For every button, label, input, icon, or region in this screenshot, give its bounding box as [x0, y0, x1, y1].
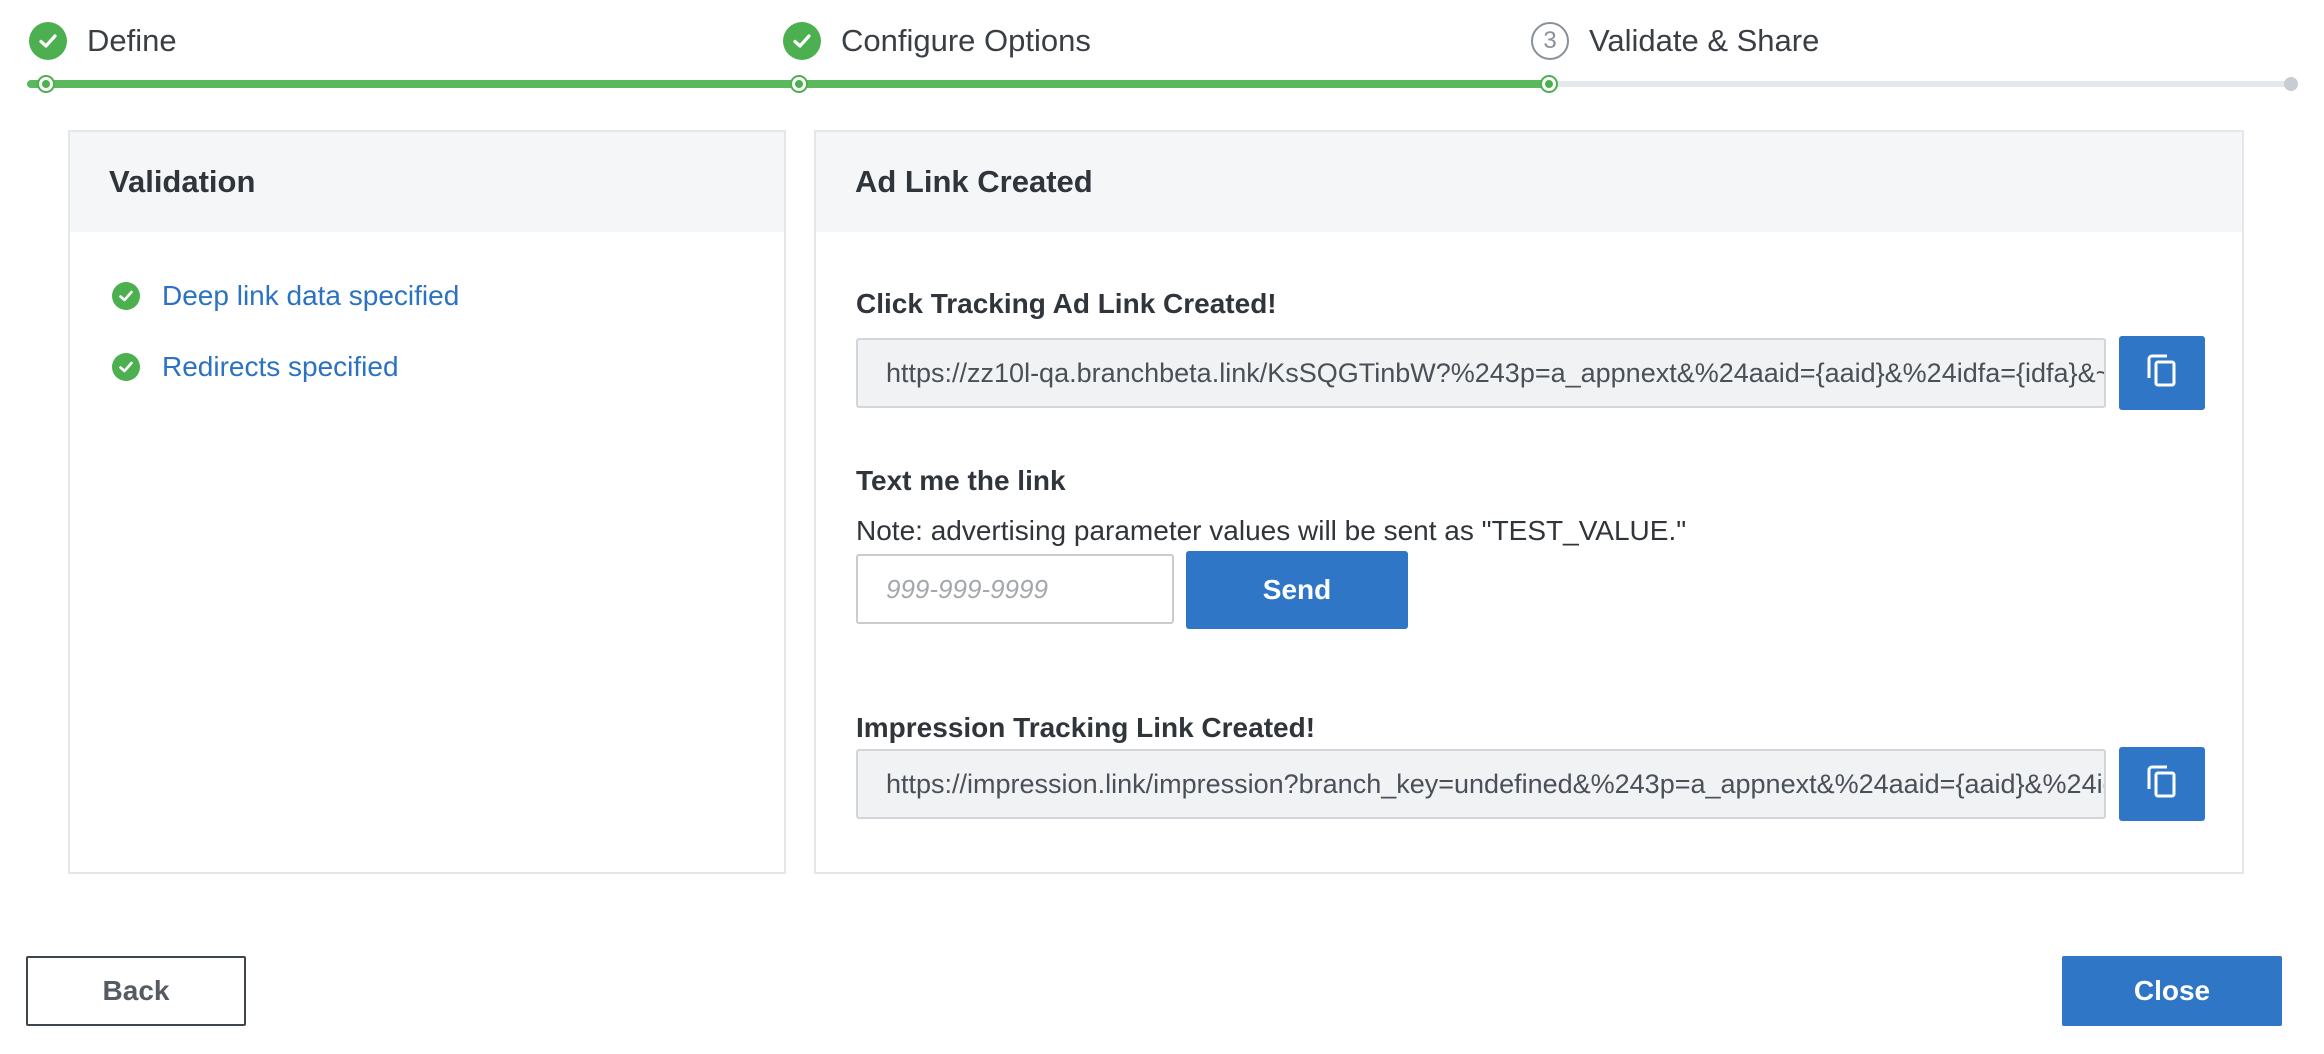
copy-icon — [2147, 354, 2177, 393]
check-circle-icon — [112, 282, 140, 310]
validation-title: Validation — [109, 164, 256, 199]
click-tracking-url-field[interactable]: https://zz10l-qa.branchbeta.link/KsSQGTi… — [856, 338, 2106, 408]
copy-impression-link-button[interactable] — [2119, 747, 2205, 821]
impression-tracking-label: Impression Tracking Link Created! — [856, 712, 1316, 743]
validation-item-deep-link: Deep link data specified — [112, 280, 459, 312]
impression-tracking-url-field[interactable]: https://impression.link/impression?branc… — [856, 749, 2106, 819]
validation-item-label[interactable]: Deep link data specified — [162, 280, 459, 312]
progress-stepper: Define Configure Options 3 Validate & Sh… — [0, 0, 2324, 100]
step-marker — [792, 77, 806, 91]
step-label: Define — [87, 23, 177, 58]
check-circle-icon — [112, 353, 140, 381]
copy-click-link-button[interactable] — [2119, 336, 2205, 410]
ad-link-header: Ad Link Created — [816, 132, 2242, 232]
back-button[interactable]: Back — [26, 956, 246, 1026]
validation-item-redirects: Redirects specified — [112, 351, 399, 383]
step-configure-options: Configure Options — [783, 20, 1091, 62]
text-me-label: Text me the link — [856, 465, 1066, 496]
step-number-icon: 3 — [1531, 22, 1569, 60]
check-circle-icon — [783, 22, 821, 60]
validation-panel: Validation Deep link data specified Redi… — [68, 130, 786, 874]
step-label: Configure Options — [841, 23, 1091, 58]
click-tracking-label: Click Tracking Ad Link Created! — [856, 288, 1277, 319]
step-marker — [2284, 77, 2298, 91]
progress-track-complete — [27, 80, 1552, 88]
copy-icon — [2147, 765, 2177, 804]
step-validate-share: 3 Validate & Share — [1531, 20, 1819, 62]
text-me-note: Note: advertising parameter values will … — [856, 515, 1687, 546]
check-circle-icon — [29, 22, 67, 60]
step-define: Define — [29, 20, 177, 62]
step-marker — [39, 77, 53, 91]
ad-link-panel: Ad Link Created Click Tracking Ad Link C… — [814, 130, 2244, 874]
ad-link-title: Ad Link Created — [855, 164, 1093, 199]
step-label: Validate & Share — [1589, 23, 1820, 58]
close-button[interactable]: Close — [2062, 956, 2282, 1026]
phone-number-input[interactable] — [856, 554, 1174, 624]
validation-item-label[interactable]: Redirects specified — [162, 351, 399, 383]
validation-header: Validation — [70, 132, 784, 232]
progress-track-remaining — [1552, 81, 2295, 87]
send-button[interactable]: Send — [1186, 551, 1408, 629]
step-marker — [1542, 77, 1556, 91]
